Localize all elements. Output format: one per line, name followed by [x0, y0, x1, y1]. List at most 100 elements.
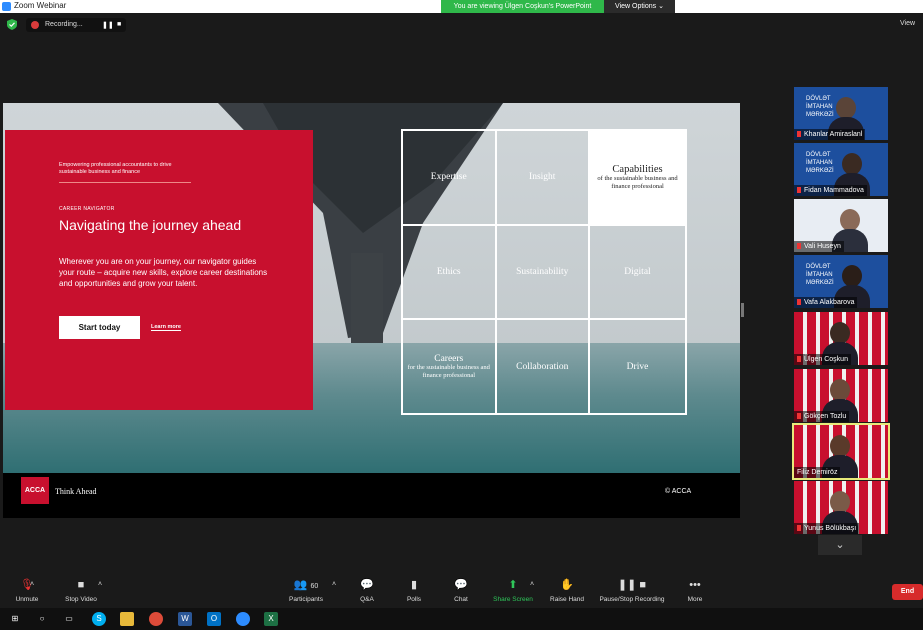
view-menu-button[interactable]: View	[900, 20, 915, 27]
participant-tile-speaking[interactable]: Filiz Demiröz	[792, 423, 890, 480]
share-options-caret[interactable]: ˄	[530, 581, 534, 588]
raise-hand-button[interactable]: ✋ Raise Hand	[548, 579, 586, 603]
unmute-label: Unmute	[15, 596, 39, 603]
share-screen-label: Share Screen	[493, 596, 533, 603]
hand-icon: ✋	[560, 579, 574, 591]
dim-watermark: DÖVLƏT İMTAHAN MƏRKƏZİ	[806, 264, 834, 286]
more-label: More	[687, 596, 703, 603]
task-view-icon[interactable]: ▭	[62, 612, 76, 626]
more-dots-icon: •••	[689, 579, 701, 591]
participant-name-text: Fidan Mammadova	[804, 187, 864, 194]
qa-label: Q&A	[360, 596, 374, 603]
word-icon[interactable]: W	[178, 612, 192, 626]
muted-mic-icon	[797, 413, 801, 419]
copyright: © ACCA	[665, 488, 692, 495]
participants-options-caret[interactable]: ˄	[332, 581, 336, 588]
participant-tile[interactable]: Yunus Bölükbaşı	[794, 481, 888, 534]
video-options-caret[interactable]: ˄	[98, 581, 102, 588]
search-icon[interactable]: ○	[35, 612, 49, 626]
dim-watermark: DÖVLƏT İMTAHAN MƏRKƏZİ	[806, 152, 834, 174]
grid-cell-title: Capabilities	[612, 163, 663, 175]
polls-icon: ▮	[410, 579, 418, 591]
grid-cell: Ethics	[402, 224, 496, 320]
participant-name: Vafa Alakbarova	[794, 297, 858, 308]
participant-tile[interactable]: DÖVLƏT İMTAHAN MƏRKƏZİ Khanlar Amiraslan…	[794, 87, 888, 140]
participant-name-text: Vafa Alakbarova	[804, 299, 855, 306]
view-options-button[interactable]: View Options ⌄	[604, 0, 675, 13]
more-button[interactable]: ••• More	[684, 579, 706, 603]
learn-more-link[interactable]: Learn more	[151, 324, 181, 331]
grid-cell: Sustainability	[495, 224, 589, 320]
chevron-down-icon: ⌄	[835, 539, 845, 551]
person-head	[842, 153, 862, 175]
grid-cell-sub: for the sustainable business and finance…	[407, 363, 490, 379]
audio-options-caret[interactable]: ˄	[30, 581, 34, 588]
polls-button[interactable]: ▮ Polls	[402, 579, 426, 603]
pause-stop-recording-button[interactable]: ❚❚ ■ Pause/Stop Recording	[596, 579, 668, 603]
muted-mic-icon	[797, 187, 801, 193]
file-explorer-icon[interactable]	[120, 612, 134, 626]
zoom-taskbar-icon[interactable]	[236, 612, 250, 626]
participant-tile[interactable]: DÖVLƏT İMTAHAN MƏRKƏZİ Vafa Alakbarova	[794, 255, 888, 308]
participant-tile[interactable]: Vali Huseyn	[794, 199, 888, 252]
end-button[interactable]: End	[892, 584, 923, 600]
gallery-scroll-down-button[interactable]: ⌄	[818, 535, 862, 555]
chat-button[interactable]: 💬 Chat	[449, 579, 473, 603]
caret-up-icon: ˄	[530, 581, 535, 588]
participants-button[interactable]: 👥 60 Participants	[284, 579, 328, 603]
chat-icon: 💬	[454, 579, 468, 591]
participant-count: 60	[310, 583, 319, 590]
pause-recording-icon[interactable]: ❚❚	[102, 21, 114, 29]
video-camera-icon: ■	[77, 579, 85, 591]
participant-name-text: Yunus Bölükbaşı	[804, 525, 857, 532]
outlook-icon[interactable]: O	[207, 612, 221, 626]
stop-recording-icon[interactable]: ■	[117, 21, 121, 28]
view-menu-label: View	[900, 20, 916, 27]
panel-resize-handle[interactable]	[741, 303, 744, 317]
qa-icon: 💬	[360, 579, 374, 591]
muted-mic-icon	[797, 299, 801, 305]
grid-cell-title: Careers	[434, 353, 464, 364]
slide-footer	[3, 473, 740, 518]
participant-name: Ülgen Coşkun	[794, 354, 851, 365]
excel-icon[interactable]: X	[264, 612, 278, 626]
meeting-toolbar: 🎙 Unmute ˄ ■ Stop Video ˄ 👥 60 Participa…	[0, 575, 923, 608]
participant-tile[interactable]: Ülgen Coşkun	[794, 312, 888, 365]
recording-label: Recording...	[45, 21, 83, 28]
slide-heading: Navigating the journey ahead	[59, 217, 242, 233]
grid-cell-title: Insight	[529, 172, 556, 183]
participant-tile[interactable]: Gökçen Tozlu	[794, 369, 888, 422]
grid-cell-capabilities: Capabilities of the sustainable business…	[589, 130, 686, 225]
stop-video-button[interactable]: ■ Stop Video	[60, 579, 102, 603]
security-shield-icon[interactable]	[7, 19, 17, 30]
grid-cell: Insight	[495, 130, 589, 225]
grid-cell-title: Digital	[624, 266, 651, 277]
participant-name: Vali Huseyn	[794, 241, 844, 252]
grid-cell: Expertise	[402, 130, 496, 225]
polls-label: Polls	[406, 596, 422, 603]
participant-tile[interactable]: DÖVLƏT İMTAHAN MƏRKƏZİ Fidan Mammadova	[794, 143, 888, 196]
pause-recording-label: Pause/Stop Recording	[599, 596, 665, 603]
skype-icon[interactable]: S	[92, 612, 106, 626]
grid-cell-title: Expertise	[430, 172, 467, 183]
muted-mic-icon	[797, 131, 801, 137]
recording-dot-icon	[31, 21, 39, 29]
caret-up-icon: ˄	[98, 581, 103, 588]
person-head	[830, 322, 850, 344]
grid-cell: Collaboration	[495, 319, 589, 414]
chrome-icon[interactable]	[149, 612, 163, 626]
muted-mic-icon	[797, 356, 801, 362]
start-today-button[interactable]: Start today	[59, 316, 140, 339]
participant-name: Khanlar Amiraslanl	[794, 129, 866, 140]
grid-cell: Digital	[589, 224, 686, 320]
participant-name: Filiz Demiröz	[794, 467, 841, 478]
chat-label: Chat	[454, 596, 468, 603]
windows-start-icon[interactable]: ⊞	[8, 612, 22, 626]
qa-button[interactable]: 💬 Q&A	[354, 579, 380, 603]
grid-cell-sub: of the sustainable business and finance …	[597, 174, 678, 190]
unmute-button[interactable]: 🎙 Unmute	[10, 579, 44, 603]
window-title: Zoom Webinar	[14, 1, 67, 10]
muted-mic-icon: 🎙	[20, 579, 34, 591]
caret-up-icon: ˄	[30, 581, 35, 588]
slogan: Think Ahead	[55, 487, 97, 496]
